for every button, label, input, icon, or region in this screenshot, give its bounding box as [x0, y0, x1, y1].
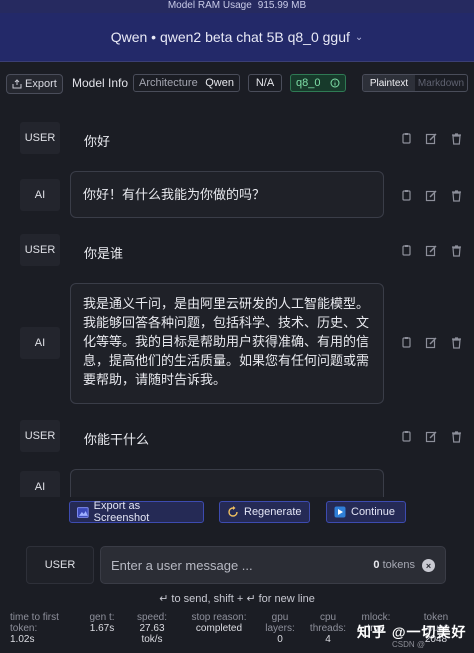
chat-message: AI — [0, 469, 474, 497]
stat-speed: speed: 27.63 tok/s — [130, 612, 174, 645]
continue-label: Continue — [351, 506, 396, 518]
message-actions — [400, 189, 463, 202]
stat-cpu-threads: cpu threads: 4 — [306, 612, 350, 645]
message-bubble: 我是通义千问，是由阿里云研发的人工智能模型。我能够回答各种问题，包括科学、技术、… — [70, 283, 384, 404]
watermark: 知乎 @一切美好 — [357, 624, 467, 640]
delete-icon[interactable] — [450, 244, 463, 257]
copy-icon[interactable] — [400, 336, 413, 349]
model-ram-usage: Model RAM Usage 915.99 MB — [0, 0, 474, 13]
export-screenshot-label: Export as Screenshot — [93, 500, 150, 524]
chat-message: USER 你能干什么 — [0, 420, 474, 456]
delete-icon[interactable] — [450, 430, 463, 443]
copy-icon[interactable] — [400, 244, 413, 257]
stat-value: completed — [195, 623, 243, 634]
chat-message: AI 我是通义千问，是由阿里云研发的人工智能模型。我能够回答各种问题，包括科学、… — [0, 283, 474, 405]
copy-icon[interactable] — [400, 430, 413, 443]
role-label: AI — [20, 327, 60, 359]
stat-gen-time: gen t: 1.67s — [82, 612, 122, 634]
stat-label: stop reason: — [191, 612, 247, 623]
stat-label: time to first token: — [10, 612, 59, 634]
architecture-badge: Architecture Qwen — [133, 74, 240, 92]
chat-message: AI 你好！有什么我能为你做的吗？ — [0, 171, 474, 219]
architecture-value: Qwen — [205, 77, 234, 89]
stat-label: gen t: — [89, 612, 115, 623]
copy-icon[interactable] — [400, 189, 413, 202]
message-bubble: 你好！有什么我能为你做的吗？ — [70, 171, 384, 218]
message-actions — [400, 132, 463, 145]
message-bubble — [70, 469, 384, 497]
quantization-label: q8_0 — [296, 77, 321, 89]
model-info-label: Model Info — [72, 76, 129, 90]
message-actions — [400, 336, 463, 349]
export-label: Export — [25, 78, 57, 90]
composer-role-button[interactable]: USER — [26, 546, 94, 584]
stat-value: 0 — [277, 634, 283, 645]
token-count: 0 — [373, 559, 380, 571]
stat-time-to-first-token: time to first token: 1.02s — [10, 612, 76, 645]
message-input[interactable]: Enter a user message ... 0 tokens × — [100, 546, 446, 584]
message-actions — [400, 430, 463, 443]
message-actions — [400, 244, 463, 257]
role-label: USER — [20, 234, 60, 266]
stat-value: 1.02s — [10, 634, 35, 645]
model-selector[interactable]: Qwen • qwen2 beta chat 5B q8_0 gguf ⌄ — [0, 13, 474, 62]
share-icon — [12, 79, 22, 89]
edit-icon[interactable] — [425, 336, 438, 349]
copy-icon[interactable] — [400, 132, 413, 145]
role-label: AI — [20, 179, 60, 211]
delete-icon[interactable] — [450, 189, 463, 202]
stat-label: speed: — [136, 612, 168, 623]
ram-usage-label: Model RAM Usage — [167, 0, 252, 11]
chat-action-bar: Export as Screenshot Regenerate Continue — [0, 500, 474, 525]
stat-stop-reason: stop reason: completed — [186, 612, 252, 634]
message-text: 你能干什么 — [84, 432, 150, 447]
quantization-badge[interactable]: q8_0 — [290, 74, 346, 92]
export-screenshot-button[interactable]: Export as Screenshot — [69, 500, 204, 524]
model-title: Qwen • qwen2 beta chat 5B q8_0 gguf — [110, 29, 350, 45]
chat-message: USER 你是谁 — [0, 234, 474, 270]
stat-gpu-layers: gpu layers: 0 — [262, 612, 298, 645]
chat-message: USER 你好 — [0, 122, 474, 158]
play-icon — [334, 506, 346, 518]
stat-value: 1.67s — [89, 623, 115, 634]
ram-usage-value: 915.99 MB — [257, 0, 307, 11]
send-hint: ↵ to send, shift + ↵ for new line — [159, 593, 315, 605]
message-text: 你是谁 — [84, 246, 124, 261]
close-icon[interactable]: × — [422, 559, 435, 572]
plaintext-toggle[interactable]: Plaintext — [363, 75, 415, 91]
chevron-down-icon: ⌄ — [354, 31, 364, 43]
export-button[interactable]: Export — [6, 74, 63, 94]
watermark-sub: CSDN @ — [392, 640, 426, 649]
token-unit: tokens — [382, 559, 415, 571]
stat-value: 4 — [325, 634, 331, 645]
edit-icon[interactable] — [425, 189, 438, 202]
message-input-placeholder: Enter a user message ... — [111, 557, 253, 573]
na-badge: N/A — [248, 74, 282, 92]
regenerate-label: Regenerate — [244, 506, 302, 518]
role-label: USER — [20, 122, 60, 154]
markdown-toggle[interactable]: Markdown — [415, 75, 467, 91]
message-text: 你好 — [84, 134, 111, 149]
message-composer: USER Enter a user message ... 0 tokens × — [0, 544, 474, 584]
continue-button[interactable]: Continue — [326, 501, 406, 523]
stat-label: cpu threads: — [309, 612, 347, 634]
regenerate-icon — [228, 506, 238, 517]
delete-icon[interactable] — [450, 336, 463, 349]
chat-toolbar: Export Model Info Architecture Qwen N/A … — [0, 64, 474, 102]
role-label: USER — [20, 420, 60, 452]
regenerate-button[interactable]: Regenerate — [219, 501, 310, 523]
edit-icon[interactable] — [425, 132, 438, 145]
edit-icon[interactable] — [425, 244, 438, 257]
format-toggle: Plaintext Markdown — [362, 74, 468, 92]
architecture-label: Architecture — [139, 77, 198, 89]
image-icon — [77, 506, 89, 518]
stat-label: gpu layers: — [265, 612, 295, 634]
edit-icon[interactable] — [425, 430, 438, 443]
info-icon — [330, 78, 340, 88]
delete-icon[interactable] — [450, 132, 463, 145]
role-label: AI — [20, 471, 60, 497]
token-counter: 0 tokens — [373, 559, 415, 571]
stat-value: 27.63 tok/s — [139, 623, 165, 645]
